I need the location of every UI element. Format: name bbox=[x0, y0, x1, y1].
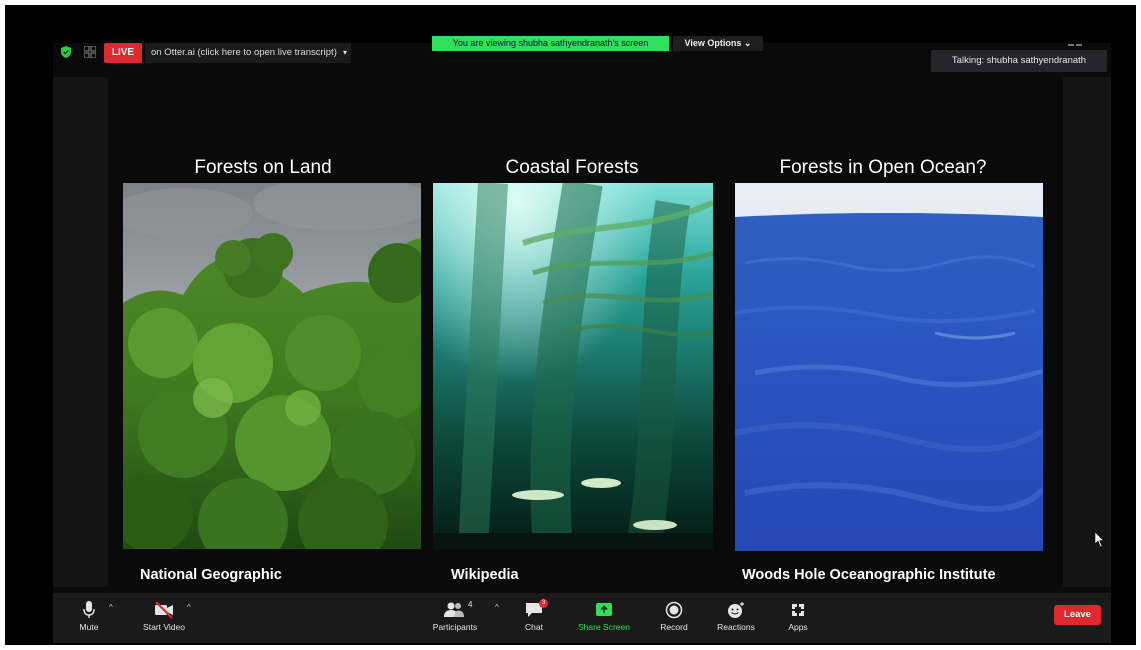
share-screen-button[interactable]: Share Screen bbox=[573, 601, 635, 632]
caption-woods-hole: Woods Hole Oceanographic Institute bbox=[742, 567, 996, 583]
record-icon bbox=[665, 601, 683, 619]
meeting-info-grid-icon[interactable] bbox=[84, 46, 96, 58]
audio-options-caret[interactable]: ^ bbox=[109, 603, 113, 612]
participants-button[interactable]: Participants bbox=[427, 601, 483, 632]
participants-count: 4 bbox=[468, 600, 473, 609]
share-screen-icon bbox=[596, 603, 612, 616]
panel-title-ocean: Forests in Open Ocean? bbox=[779, 157, 987, 178]
mouse-cursor-icon bbox=[1095, 532, 1105, 548]
viewing-screen-banner: You are viewing shubha sathyendranath's … bbox=[432, 36, 669, 51]
panel-title-land: Forests on Land bbox=[194, 157, 332, 178]
apps-icon bbox=[792, 604, 804, 616]
talking-indicator: Talking: shubha sathyendranath bbox=[931, 50, 1107, 72]
left-gutter bbox=[53, 77, 108, 587]
reactions-label: Reactions bbox=[717, 622, 755, 632]
forest-land-image bbox=[123, 183, 421, 549]
share-screen-label: Share Screen bbox=[578, 622, 630, 632]
participants-options-caret[interactable]: ^ bbox=[495, 603, 499, 612]
top-bar: LIVE on Otter.ai (click here to open liv… bbox=[5, 5, 1136, 77]
apps-button[interactable]: Apps bbox=[783, 601, 813, 632]
panel-title-coastal: Coastal Forests bbox=[505, 157, 639, 178]
record-button[interactable]: Record bbox=[656, 601, 692, 632]
reactions-button[interactable]: Reactions bbox=[713, 601, 759, 632]
zoom-window: LIVE on Otter.ai (click here to open liv… bbox=[5, 5, 1136, 645]
mute-button[interactable]: Mute bbox=[71, 601, 107, 632]
participants-icon bbox=[444, 602, 464, 617]
live-badge[interactable]: LIVE bbox=[104, 43, 142, 63]
caption-national-geographic: National Geographic bbox=[140, 567, 282, 583]
caption-wikipedia: Wikipedia bbox=[451, 567, 519, 583]
start-video-button[interactable]: Start Video bbox=[133, 601, 195, 632]
mute-label: Mute bbox=[79, 622, 99, 632]
otter-caret-icon: ▾ bbox=[342, 48, 347, 57]
view-options-button[interactable]: View Options ⌄ bbox=[673, 36, 763, 51]
reactions-smiley-icon bbox=[728, 602, 744, 618]
microphone-icon bbox=[83, 601, 95, 618]
video-options-caret[interactable]: ^ bbox=[187, 603, 191, 612]
meeting-toolbar: Mute ^ Start Video ^ Participants 4 ^ Ch… bbox=[53, 593, 1111, 643]
minimize-icon[interactable] bbox=[1068, 43, 1082, 47]
right-gutter bbox=[1063, 77, 1111, 587]
start-video-label: Start Video bbox=[143, 622, 185, 632]
video-off-icon bbox=[155, 601, 173, 619]
apps-label: Apps bbox=[788, 622, 808, 632]
security-shield-icon[interactable] bbox=[61, 46, 71, 58]
open-ocean-image bbox=[735, 183, 1043, 551]
coastal-forest-image bbox=[433, 183, 713, 549]
otter-link-label: on Otter.ai (click here to open live tra… bbox=[151, 47, 337, 58]
participants-label: Participants bbox=[432, 622, 478, 632]
record-label: Record bbox=[660, 622, 688, 632]
chat-label: Chat bbox=[525, 622, 543, 632]
chat-unread-badge: 3 bbox=[539, 599, 548, 608]
leave-button[interactable]: Leave bbox=[1054, 605, 1101, 625]
otter-transcript-link[interactable]: on Otter.ai (click here to open live tra… bbox=[145, 43, 351, 63]
